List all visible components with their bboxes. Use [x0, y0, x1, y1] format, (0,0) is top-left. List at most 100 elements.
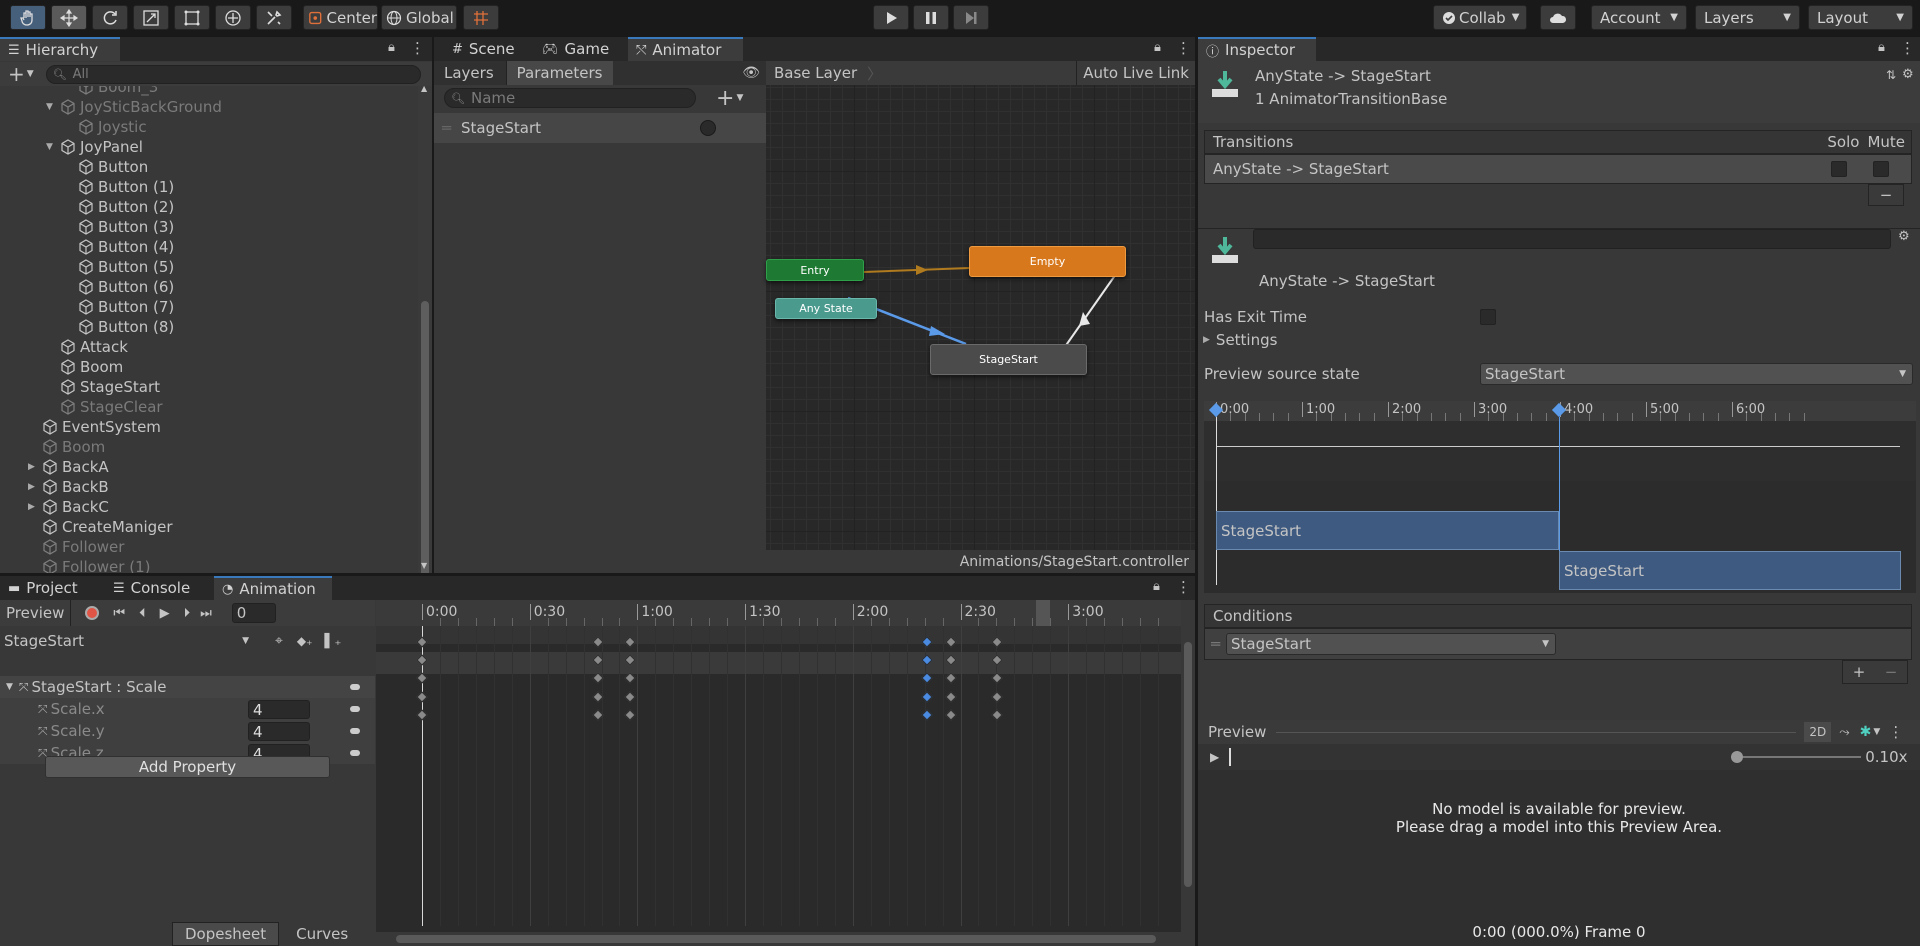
hierarchy-item[interactable]: Follower [28, 537, 124, 557]
kebab-menu-icon[interactable]: ⋮ [1176, 39, 1191, 57]
keyframe[interactable] [624, 672, 636, 684]
hierarchy-item[interactable]: Button (7) [64, 297, 174, 317]
chevron-down-icon[interactable]: ▼ [1873, 727, 1880, 737]
source-state-bar[interactable]: StageStart [1216, 511, 1559, 550]
keyframe[interactable] [921, 654, 933, 666]
hierarchy-item[interactable]: Boom [46, 357, 123, 377]
tab-dopesheet[interactable]: Dopesheet [172, 922, 280, 946]
layout-dropdown[interactable]: Layout ▼ [1808, 5, 1913, 30]
first-keyframe-icon[interactable]: ⏮ [113, 606, 125, 621]
pivot-center-toggle[interactable]: Center [303, 5, 378, 30]
keyframe[interactable] [592, 691, 604, 703]
frame-input[interactable]: 0 [231, 603, 276, 623]
keyframe[interactable] [592, 654, 604, 666]
keyframe-filter-icon[interactable]: ⌖ [275, 633, 283, 649]
preview-play-icon[interactable]: ▶ [1210, 750, 1219, 764]
kebab-menu-icon[interactable]: ⋮ [1888, 723, 1903, 741]
drag-handle-icon[interactable]: ═ [442, 119, 451, 137]
tab-layers[interactable]: Layers [434, 61, 507, 85]
hierarchy-item[interactable]: ▼ JoySticBackGround [46, 97, 222, 117]
hierarchy-item[interactable]: Button (6) [64, 277, 174, 297]
expand-down-icon[interactable]: ▼ [46, 142, 60, 152]
keyframe[interactable] [416, 672, 428, 684]
chevron-down-icon[interactable]: ▼ [736, 93, 743, 103]
destination-state-bar[interactable]: StageStart [1559, 551, 1901, 590]
expand-right-icon[interactable]: ▶ [28, 502, 42, 512]
mute-checkbox[interactable] [1873, 161, 1889, 177]
add-icon[interactable]: + [8, 62, 25, 86]
hierarchy-item[interactable]: ▶ BackB [28, 477, 109, 497]
property-value-input[interactable]: 4 [248, 700, 310, 719]
transform-tool-button[interactable] [215, 5, 251, 30]
condition-row[interactable]: ═ StageStart ▼ [1204, 628, 1912, 660]
tab-parameters[interactable]: Parameters [506, 61, 613, 85]
state-graph[interactable]: Base Layer 〉 Auto Live Link Entry Any Sta… [766, 61, 1195, 573]
keyframe[interactable] [921, 691, 933, 703]
rotate-tool-button[interactable] [92, 5, 128, 30]
gear-icon[interactable]: ⚙ [1902, 67, 1914, 82]
solo-checkbox[interactable] [1831, 161, 1847, 177]
kebab-menu-icon[interactable]: ⋮ [1900, 39, 1915, 57]
preview-toggle[interactable]: Preview [0, 600, 72, 626]
hierarchy-item[interactable]: Boom [28, 437, 105, 457]
prev-keyframe-icon[interactable]: ⏴ [139, 606, 146, 621]
remove-condition-icon[interactable]: − [1885, 663, 1898, 681]
remove-transition-button[interactable]: − [1868, 184, 1904, 206]
last-keyframe-icon[interactable]: ⏭ [200, 606, 212, 621]
trigger-toggle[interactable] [700, 120, 716, 136]
hierarchy-item[interactable]: ▶ BackC [28, 497, 109, 517]
has-exit-time-checkbox[interactable] [1480, 309, 1496, 325]
transition-name-input[interactable] [1253, 229, 1891, 249]
hierarchy-item[interactable]: StageStart [46, 377, 160, 397]
property-row[interactable]: ⤧ Scale.y 4 [0, 720, 375, 742]
pause-button[interactable] [913, 5, 949, 30]
kebab-menu-icon[interactable]: ⋮ [1176, 578, 1191, 596]
presets-icon[interactable]: ⇅ [1886, 68, 1896, 82]
scale-tool-button[interactable] [133, 5, 169, 30]
hierarchy-item[interactable]: ▶ BackA [28, 457, 109, 477]
add-keyframe-icon[interactable]: ◆₊ [297, 634, 313, 648]
keyframe[interactable] [921, 636, 933, 648]
expand-right-icon[interactable]: ▶ [28, 462, 42, 472]
lock-icon[interactable]: 🔒︎ [1153, 579, 1160, 594]
grid-snap-button[interactable] [463, 5, 499, 30]
condition-parameter-dropdown[interactable]: StageStart ▼ [1226, 633, 1557, 655]
tab-inspector[interactable]: ⓘ Inspector [1198, 37, 1316, 61]
keyframe[interactable] [416, 654, 428, 666]
play-icon[interactable]: ▶ [160, 606, 170, 621]
keyframe[interactable] [991, 636, 1003, 648]
scrollbar-thumb[interactable] [421, 301, 429, 573]
keyframe[interactable] [991, 654, 1003, 666]
keyframe[interactable] [416, 691, 428, 703]
hierarchy-item[interactable]: Attack [46, 337, 128, 357]
hand-tool-button[interactable] [10, 5, 46, 30]
tab-animator[interactable]: ⤲ Animator [628, 37, 743, 61]
empty-state-node[interactable]: Empty [969, 246, 1126, 277]
keyframe[interactable] [991, 672, 1003, 684]
keyframe[interactable] [592, 672, 604, 684]
keyframe[interactable] [416, 636, 428, 648]
lock-icon[interactable]: 🔒︎ [1154, 40, 1161, 55]
tab-curves[interactable]: Curves [279, 922, 365, 946]
cloud-button[interactable] [1540, 5, 1576, 30]
hierarchy-item[interactable]: Button (1) [64, 177, 174, 197]
speed-slider-track[interactable] [1743, 756, 1862, 758]
scrollbar-thumb[interactable] [396, 935, 1156, 943]
scroll-up-icon[interactable]: ▲ [421, 84, 427, 93]
hierarchy-item[interactable]: StageClear [46, 397, 163, 417]
move-tool-button[interactable] [51, 5, 87, 30]
collab-dropdown[interactable]: Collab ▼ [1433, 5, 1527, 30]
preview-source-dropdown[interactable]: StageStart ▼ [1480, 363, 1913, 385]
step-button[interactable] [953, 5, 989, 30]
keyframe[interactable] [945, 691, 957, 703]
pivot-global-toggle[interactable]: Global [381, 5, 457, 30]
pivot-toggle-icon[interactable]: ⤳ [1839, 725, 1849, 740]
lock-icon[interactable]: 🔒︎ [388, 40, 395, 55]
keyframe[interactable] [624, 636, 636, 648]
keyframe[interactable] [592, 636, 604, 648]
drag-handle-icon[interactable]: ═ [1211, 635, 1220, 653]
clip-dropdown[interactable]: StageStart ▼ [0, 629, 255, 653]
kebab-menu-icon[interactable]: ⋮ [410, 39, 425, 57]
property-row[interactable]: ⤧ Scale.x 4 [0, 698, 375, 720]
preview-playhead[interactable] [1229, 748, 1232, 766]
